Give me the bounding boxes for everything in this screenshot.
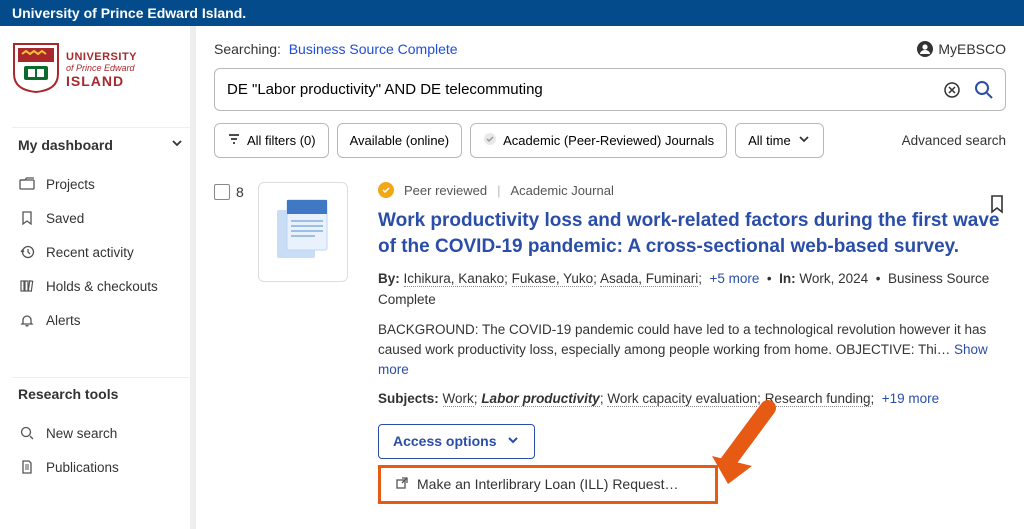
sidebar-item-saved[interactable]: Saved xyxy=(12,201,190,235)
myebsco-label: MyEBSCO xyxy=(938,41,1006,57)
abstract-text: BACKGROUND: The COVID-19 pandemic could … xyxy=(378,322,986,357)
sidebar-item-label: Recent activity xyxy=(46,245,134,260)
in-label: In: xyxy=(779,271,796,286)
logo-line1: UNIVERSITY xyxy=(66,51,137,63)
sidebar-item-label: Alerts xyxy=(46,313,81,328)
search-icon xyxy=(18,424,36,442)
peer-reviewed-filter-button[interactable]: Academic (Peer-Reviewed) Journals xyxy=(470,123,727,158)
author-link[interactable]: Fukase, Yuko xyxy=(512,271,594,287)
dashboard-toggle[interactable]: My dashboard xyxy=(12,127,190,161)
available-filter-button[interactable]: Available (online) xyxy=(337,123,463,158)
subject-link[interactable]: Labor productivity xyxy=(481,391,600,407)
content-area: Searching: Business Source Complete MyEB… xyxy=(196,26,1024,529)
sidebar-item-label: Publications xyxy=(46,460,119,475)
sidebar-item-alerts[interactable]: Alerts xyxy=(12,303,190,337)
external-link-icon xyxy=(395,476,409,493)
search-box xyxy=(214,68,1006,111)
top-org-label: University of Prince Edward Island. xyxy=(12,5,246,21)
institution-logo: UNIVERSITY of Prince Edward ISLAND xyxy=(12,42,190,97)
books-icon xyxy=(18,277,36,295)
research-tools-title: Research tools xyxy=(12,377,190,410)
subject-link[interactable]: Research funding xyxy=(765,391,871,407)
sidebar-item-publications[interactable]: Publications xyxy=(12,450,190,484)
search-button[interactable] xyxy=(973,79,995,101)
bookmark-icon xyxy=(18,209,36,227)
myebsco-link[interactable]: MyEBSCO xyxy=(916,40,1006,58)
in-value: Work, 2024 xyxy=(799,271,868,286)
select-result-checkbox[interactable] xyxy=(214,184,230,200)
logo-line2: of Prince Edward xyxy=(66,63,137,73)
sidebar-item-new-search[interactable]: New search xyxy=(12,416,190,450)
sidebar-item-holds[interactable]: Holds & checkouts xyxy=(12,269,190,303)
access-options-label: Access options xyxy=(393,433,496,449)
advanced-search-link[interactable]: Advanced search xyxy=(902,133,1006,148)
shield-icon xyxy=(12,42,60,97)
ill-request-label: Make an Interlibrary Loan (ILL) Request… xyxy=(417,476,678,492)
all-filters-label: All filters (0) xyxy=(247,133,316,148)
filter-icon xyxy=(227,132,241,149)
dashboard-nav: Projects Saved Recent activity Holds & c… xyxy=(12,167,190,337)
result-type-label: Academic Journal xyxy=(511,183,614,198)
sidebar-item-label: New search xyxy=(46,426,117,441)
alltime-filter-button[interactable]: All time xyxy=(735,123,824,158)
sidebar-item-label: Projects xyxy=(46,177,95,192)
subject-link[interactable]: Work capacity evaluation xyxy=(607,391,757,407)
logo-line3: ISLAND xyxy=(66,73,137,89)
bell-icon xyxy=(18,311,36,329)
sidebar-item-projects[interactable]: Projects xyxy=(12,167,190,201)
search-input[interactable] xyxy=(225,77,941,102)
chevron-down-icon xyxy=(170,136,184,153)
result-number: 8 xyxy=(236,184,244,200)
all-filters-button[interactable]: All filters (0) xyxy=(214,123,329,158)
chevron-down-icon xyxy=(797,132,811,149)
sidebar-item-recent[interactable]: Recent activity xyxy=(12,235,190,269)
author-link[interactable]: Asada, Fuminari xyxy=(600,271,698,287)
document-icon xyxy=(18,458,36,476)
clear-search-button[interactable] xyxy=(941,79,963,101)
folder-icon xyxy=(18,175,36,193)
research-nav: New search Publications xyxy=(12,416,190,484)
authors-more-link[interactable]: +5 more xyxy=(710,271,760,286)
subjects-more-link[interactable]: +19 more xyxy=(882,391,939,406)
author-link[interactable]: Ichikura, Kanako xyxy=(404,271,505,287)
sidebar: UNIVERSITY of Prince Edward ISLAND My da… xyxy=(0,26,196,529)
searching-label: Searching: xyxy=(214,41,281,57)
alltime-label: All time xyxy=(748,133,791,148)
peer-check-icon xyxy=(378,182,394,198)
top-org-bar: University of Prince Edward Island. xyxy=(0,0,1024,26)
peer-reviewed-label: Peer reviewed xyxy=(404,183,487,198)
subjects-label: Subjects: xyxy=(378,391,439,406)
sidebar-item-label: Saved xyxy=(46,211,84,226)
by-label: By: xyxy=(378,271,400,286)
result-thumbnail xyxy=(258,182,348,282)
user-icon xyxy=(916,40,934,58)
subject-link[interactable]: Work xyxy=(443,391,474,407)
chevron-down-icon xyxy=(506,433,520,450)
sidebar-item-label: Holds & checkouts xyxy=(46,279,158,294)
peer-filter-label: Academic (Peer-Reviewed) Journals xyxy=(503,133,714,148)
ill-request-option[interactable]: Make an Interlibrary Loan (ILL) Request… xyxy=(378,465,718,504)
bookmark-button[interactable] xyxy=(988,194,1006,217)
result-title-link[interactable]: Work productivity loss and work-related … xyxy=(378,208,1006,259)
peer-icon xyxy=(483,132,497,149)
access-options-button[interactable]: Access options xyxy=(378,424,535,459)
searching-source-link[interactable]: Business Source Complete xyxy=(289,41,458,57)
dashboard-title: My dashboard xyxy=(18,137,113,153)
history-icon xyxy=(18,243,36,261)
